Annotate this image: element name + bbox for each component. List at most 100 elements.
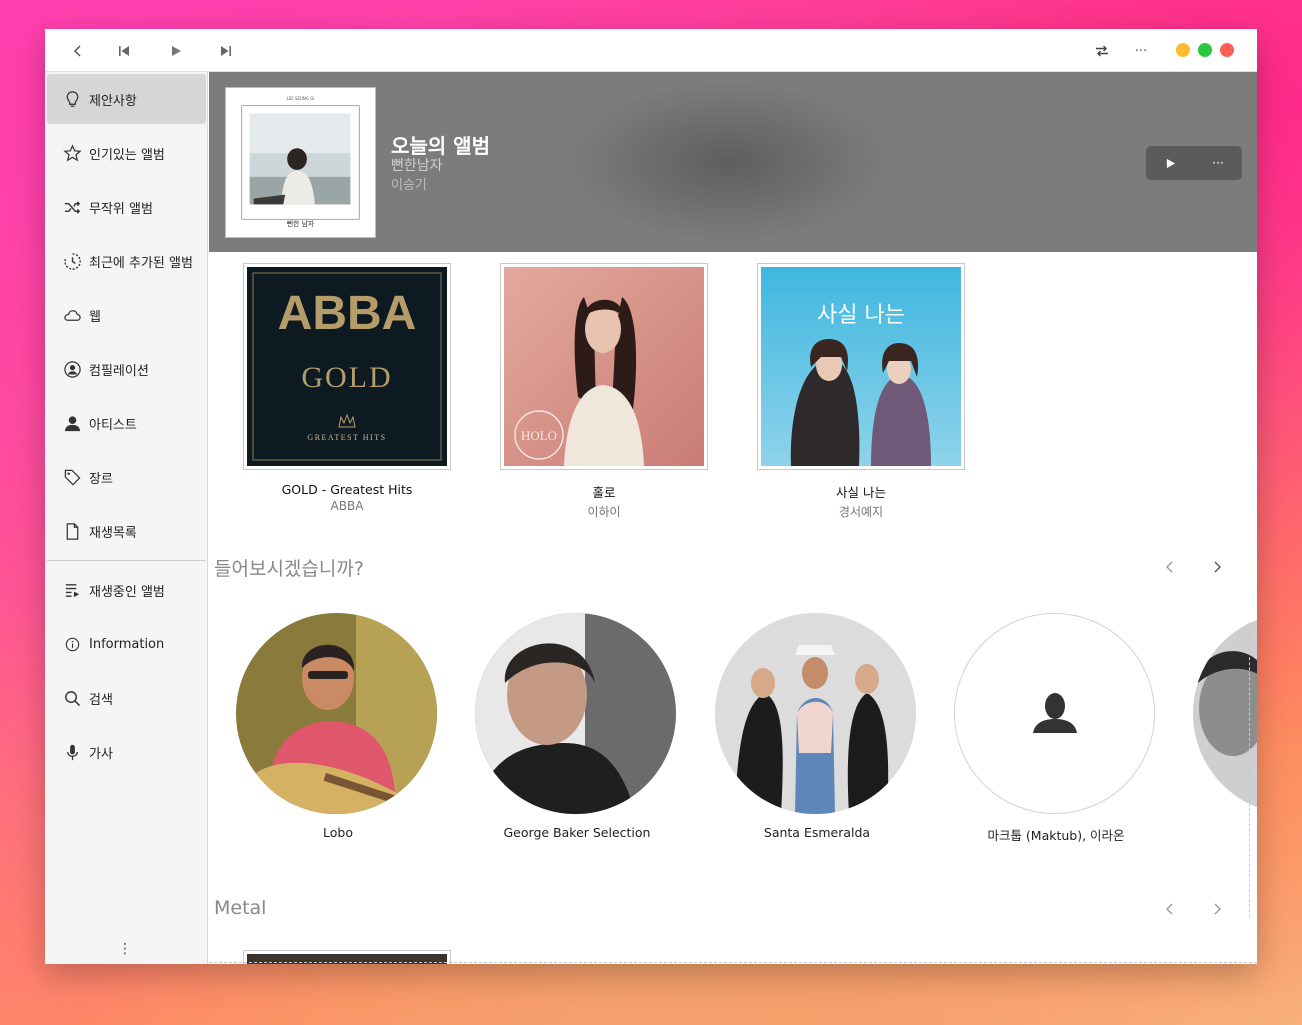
star-icon (62, 143, 82, 163)
next-track-button[interactable] (214, 39, 238, 63)
artist-image (1193, 613, 1257, 814)
sidebar-divider (47, 560, 206, 561)
artist-card[interactable]: Santa Esmeralda (715, 613, 919, 840)
suggestions-next-button[interactable] (1207, 557, 1227, 577)
banner-album-name[interactable]: 뻔한남자 (391, 155, 443, 175)
minimize-button[interactable] (1176, 43, 1190, 57)
artist-photo-placeholder[interactable] (954, 613, 1155, 814)
artist-name[interactable]: 마크툽 (Maktub), 이라온 (954, 825, 1158, 844)
sidebar-item-now-playing-album[interactable]: 재생중인 앨범 (47, 565, 206, 615)
main-content: LEE SEUNG GI 뻔한 남자 오늘의 앨범 뻔한남자 이승기 ··· A… (209, 72, 1257, 964)
chevron-right-icon (1214, 561, 1221, 573)
section-title-suggestions: 들어보시겠습니까? (214, 558, 364, 580)
svg-text:HOLO: HOLO (521, 428, 557, 443)
carousel-edge (1249, 622, 1250, 917)
search-icon (62, 688, 82, 708)
artist-card[interactable]: Lobo (236, 613, 440, 840)
artist-card-partial[interactable] (1193, 613, 1257, 814)
sidebar-more-button[interactable]: ⋮ (118, 942, 132, 956)
chevron-left-icon (73, 45, 81, 57)
artist-name[interactable]: Santa Esmeralda (715, 825, 919, 840)
sidebar-item-artists[interactable]: 아티스트 (47, 398, 206, 448)
sidebar-item-suggestions[interactable]: 제안사항 (47, 74, 206, 124)
sidebar-item-playlists[interactable]: 재생목록 (47, 506, 206, 556)
album-card[interactable]: ABBA GOLD GREATEST HITS GOLD - Greatest … (243, 263, 451, 513)
previous-track-button[interactable] (112, 39, 136, 63)
album-title[interactable]: 홀로 (500, 482, 708, 501)
sidebar-item-label: 아티스트 (89, 417, 137, 433)
sidebar-item-web[interactable]: 웹 (47, 290, 206, 340)
sidebar-item-genres[interactable]: 장르 (47, 452, 206, 502)
tag-icon (62, 467, 82, 487)
artist-photo[interactable] (475, 613, 676, 814)
sidebar-item-label: 검색 (89, 692, 113, 708)
sidebar-item-random-albums[interactable]: 무작위 앨범 (47, 182, 206, 232)
close-button[interactable] (1220, 43, 1234, 57)
document-icon (62, 521, 82, 541)
shuffle-icon (62, 197, 82, 217)
suggestions-prev-button[interactable] (1160, 557, 1180, 577)
artist-photo[interactable] (1193, 613, 1257, 814)
album-art[interactable]: HOLO (500, 263, 708, 470)
album-title[interactable]: 사실 나는 (757, 482, 965, 501)
banner-more-button[interactable]: ··· (1194, 146, 1242, 180)
sidebar-item-compilations[interactable]: 컴필레이션 (47, 344, 206, 394)
microphone-icon (62, 742, 82, 762)
artist-photo[interactable] (236, 613, 437, 814)
album-artist[interactable]: 이하이 (500, 503, 708, 520)
svg-text:뻔한 남자: 뻔한 남자 (287, 219, 315, 228)
sidebar-item-label: 컴필레이션 (89, 363, 149, 379)
sidebar-item-label: 무작위 앨범 (89, 201, 153, 217)
metal-prev-button[interactable] (1160, 899, 1180, 919)
lightbulb-icon (62, 89, 82, 109)
person-icon (62, 413, 82, 433)
svg-text:ABBA: ABBA (278, 287, 417, 340)
back-button[interactable] (66, 39, 90, 63)
sidebar-item-label: Information (89, 636, 165, 652)
sidebar-item-label: 가사 (89, 746, 113, 762)
sidebar-item-information[interactable]: Information (47, 619, 206, 669)
album-art[interactable]: ABBA GOLD GREATEST HITS (243, 263, 451, 470)
repeat-button[interactable] (1090, 39, 1114, 63)
artist-photo[interactable] (715, 613, 916, 814)
album-card[interactable]: HOLO 홀로 이하이 (500, 263, 708, 520)
banner-album-cover[interactable]: LEE SEUNG GI 뻔한 남자 (225, 87, 376, 238)
banner-artist-name[interactable]: 이승기 (391, 174, 427, 193)
title-bar: ··· (45, 29, 1257, 72)
album-title[interactable]: GOLD - Greatest Hits (243, 482, 451, 497)
sidebar-item-label: 장르 (89, 471, 113, 487)
artist-name[interactable]: Lobo (236, 825, 440, 840)
info-icon (62, 634, 82, 654)
play-icon (1166, 158, 1175, 168)
sidebar-item-label: 최근에 추가된 앨범 (89, 255, 193, 271)
maximize-button[interactable] (1198, 43, 1212, 57)
sidebar-item-recent-albums[interactable]: 최근에 추가된 앨범 (47, 236, 206, 286)
sidebar-item-label: 재생중인 앨범 (89, 584, 165, 600)
more-menu-button[interactable]: ··· (1129, 39, 1153, 63)
chevron-left-icon (1166, 903, 1173, 915)
sidebar-item-popular-albums[interactable]: 인기있는 앨범 (47, 128, 206, 178)
sidebar-item-search[interactable]: 검색 (47, 673, 206, 723)
album-of-the-day-banner: LEE SEUNG GI 뻔한 남자 오늘의 앨범 뻔한남자 이승기 ··· (209, 72, 1257, 252)
album-artist[interactable]: ABBA (243, 499, 451, 513)
section-title-metal: Metal (214, 897, 267, 919)
album-card[interactable]: 사실 나는 사실 나는 경서예지 (757, 263, 965, 520)
artist-card[interactable]: George Baker Selection (475, 613, 679, 840)
chevron-left-icon (1166, 561, 1173, 573)
svg-text:사실 나는: 사실 나는 (817, 303, 905, 328)
sidebar-item-label: 재생목록 (89, 525, 137, 541)
album-artist[interactable]: 경서예지 (757, 503, 965, 520)
album-art[interactable]: 사실 나는 (757, 263, 965, 470)
svg-text:GREATEST HITS: GREATEST HITS (307, 433, 386, 442)
person-icon (955, 614, 1154, 813)
sidebar-item-label: 인기있는 앨범 (89, 147, 165, 163)
sidebar-item-lyrics[interactable]: 가사 (47, 727, 206, 777)
artist-name[interactable]: George Baker Selection (475, 825, 679, 840)
artist-card[interactable]: 마크툽 (Maktub), 이라온 (954, 613, 1158, 844)
cloud-icon (62, 305, 82, 325)
sidebar-item-label: 제안사항 (89, 93, 137, 109)
banner-play-button[interactable] (1146, 146, 1194, 180)
play-button[interactable] (164, 39, 188, 63)
app-window: ··· 제안사항 인기있는 앨범 무작위 앨범 최근에 추가된 앨범 웹 컴필레… (45, 29, 1257, 964)
metal-next-button[interactable] (1207, 899, 1227, 919)
